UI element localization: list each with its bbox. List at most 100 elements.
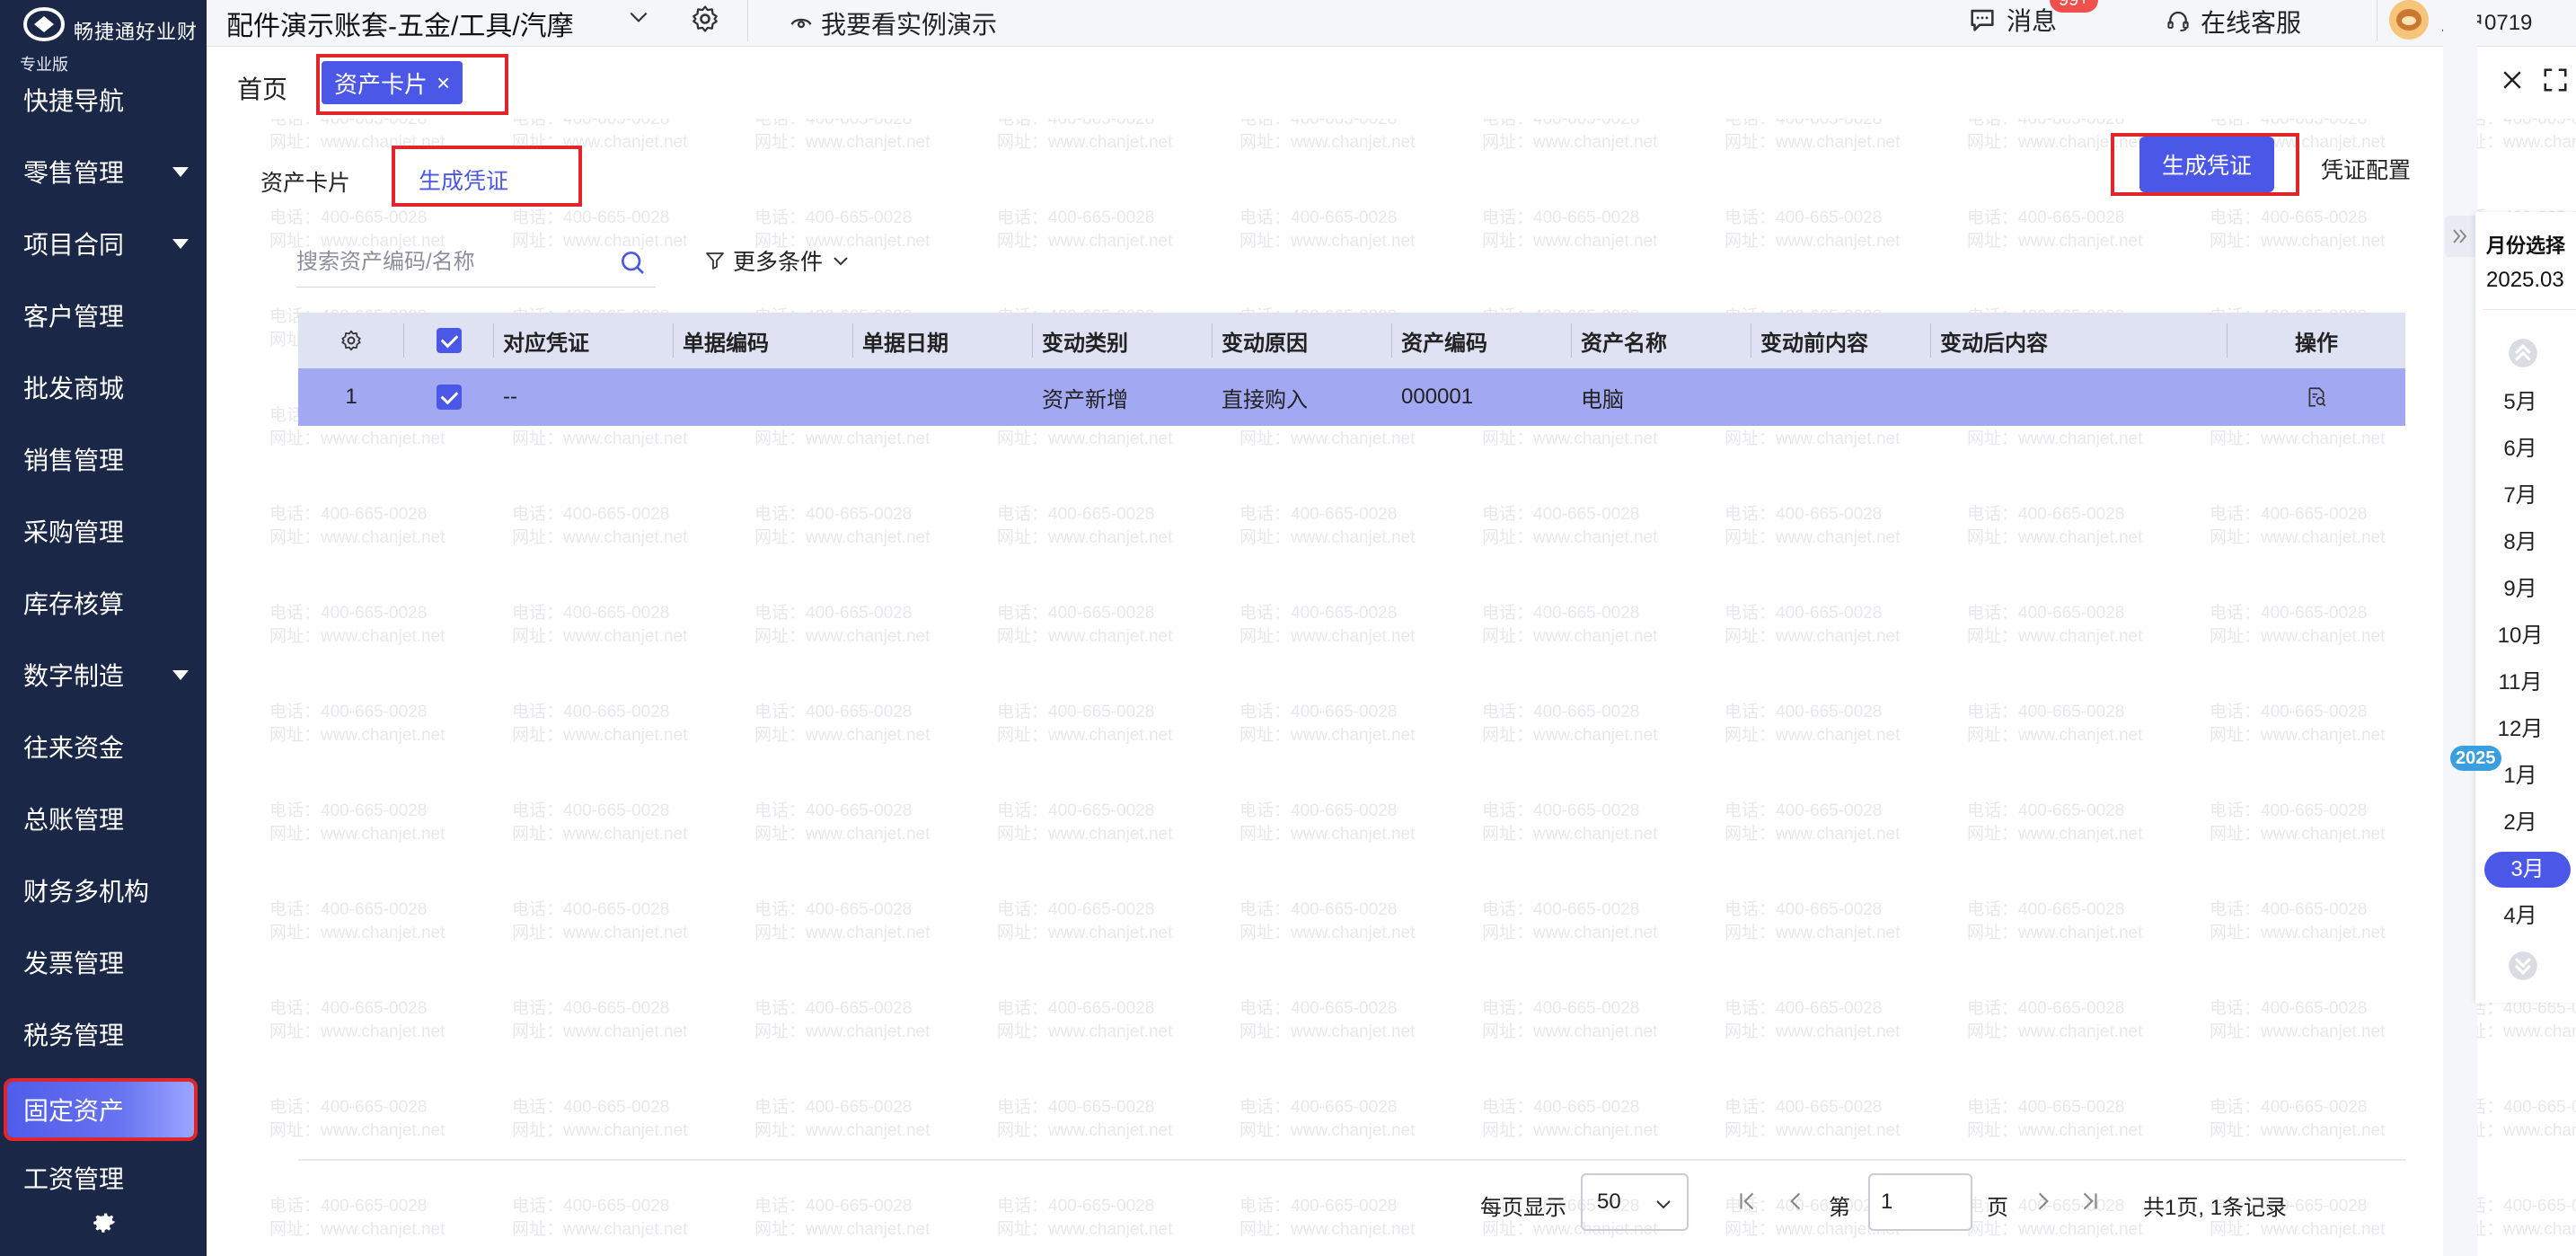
watermark: 电话：400-665-0028 网址：www.chanjet.net — [512, 1096, 687, 1143]
voucher-config-link[interactable]: 凭证配置 — [2321, 153, 2411, 185]
column-header[interactable]: 资产名称 — [1572, 313, 1751, 368]
sidebar-item[interactable]: 总账管理 — [0, 787, 207, 850]
next-page-icon[interactable] — [2032, 1190, 2055, 1213]
month-item[interactable]: 12月 — [2475, 712, 2565, 747]
search-icon[interactable] — [618, 248, 647, 277]
chevron-down-icon[interactable] — [627, 5, 650, 29]
sidebar-item[interactable]: 采购管理 — [0, 500, 207, 562]
account-selector[interactable]: 配件演示账套-五金/工具/汽摩 — [226, 4, 574, 43]
gear-icon[interactable] — [690, 4, 720, 34]
month-item[interactable]: 4月 — [2475, 898, 2565, 934]
watermark-site: 网址：www.chanjet.net — [1239, 528, 1416, 547]
sidebar-item[interactable]: 财务多机构 — [0, 859, 207, 922]
sidebar-item[interactable]: 项目合同 — [0, 212, 207, 275]
column-header[interactable]: 单据日期 — [853, 313, 1033, 368]
sidebar-item-label: 采购管理 — [23, 518, 125, 546]
close-icon[interactable] — [2499, 66, 2526, 93]
watermark-site: 网址：www.chanjet.net — [2210, 627, 2386, 646]
collapse-panel-button[interactable] — [2445, 216, 2475, 257]
sidebar-item[interactable]: 数字制造 — [0, 643, 207, 706]
fullscreen-icon[interactable] — [2542, 66, 2569, 93]
messages-button[interactable]: 消息 — [1967, 2, 2057, 38]
current-period[interactable]: 2025.03 — [2486, 268, 2564, 293]
month-item[interactable]: 2月 — [2475, 805, 2565, 841]
column-header[interactable]: 变动原因 — [1213, 313, 1392, 368]
sidebar-item[interactable]: 发票管理 — [0, 931, 207, 994]
cell-change-type: 资产新增 — [1042, 387, 1128, 412]
watermark-site: 网址：www.chanjet.net — [1725, 528, 1901, 547]
tab-home[interactable]: 首页 — [237, 70, 287, 106]
watermark-site: 网址：www.chanjet.net — [1967, 726, 2143, 745]
month-item[interactable]: 11月 — [2475, 665, 2565, 701]
month-item[interactable]: 7月 — [2475, 478, 2565, 514]
table-row[interactable]: 1 -- 资产新增 直接购入 000001 电脑 — [298, 368, 2405, 426]
column-header[interactable]: 单据编码 — [674, 313, 853, 368]
previous-page-icon[interactable] — [1784, 1190, 1807, 1213]
select-all-checkbox[interactable] — [437, 328, 462, 353]
online-support-button[interactable]: 在线客服 — [2165, 4, 2301, 40]
watermark: 电话：400-665-0028 网址：www.chanjet.net — [269, 701, 445, 747]
sidebar-item[interactable]: 库存核算 — [0, 571, 207, 634]
sidebar-item[interactable]: 零售管理 — [0, 140, 207, 203]
month-item[interactable]: 5月 — [2475, 385, 2565, 420]
watermark-site: 网址：www.chanjet.net — [2210, 1121, 2386, 1140]
sidebar-item[interactable]: 客户管理 — [0, 284, 207, 347]
gear-icon[interactable] — [340, 329, 363, 352]
highlight-frame — [392, 146, 582, 207]
first-page-icon[interactable] — [1735, 1190, 1759, 1213]
watermark-site: 网址：www.chanjet.net — [269, 1220, 446, 1239]
column-header[interactable]: 变动后内容 — [1931, 313, 2228, 368]
watermark-site: 网址：www.chanjet.net — [2210, 1220, 2386, 1239]
watermark-site: 网址：www.chanjet.net — [1239, 232, 1416, 251]
column-header[interactable]: 变动类别 — [1033, 313, 1213, 368]
sidebar-item[interactable]: 固定资产 — [4, 1078, 198, 1141]
watermark-phone: 电话：400-665-0028 — [2210, 505, 2368, 524]
month-item[interactable]: 9月 — [2475, 571, 2565, 607]
watermark-site: 网址：www.chanjet.net — [1725, 232, 1901, 251]
watermark-phone: 电话：400-665-0028 — [1239, 703, 1398, 721]
demo-link[interactable]: 我要看实例演示 — [789, 5, 997, 41]
watermark-phone: 电话：400-665-0028 — [997, 999, 1155, 1018]
month-item[interactable]: 8月 — [2475, 525, 2565, 561]
online-support-label: 在线客服 — [2201, 9, 2302, 37]
app-logo[interactable]: 畅捷通好业财 专业版 — [20, 5, 208, 74]
sidebar-item-label: 客户管理 — [23, 303, 125, 331]
watermark-phone: 电话：400-665-0028 — [2210, 999, 2368, 1018]
topbar-divider — [747, 0, 748, 41]
watermark: 电话：400-665-0028 网址：www.chanjet.net — [269, 997, 445, 1044]
column-header[interactable]: 变动前内容 — [1751, 313, 1931, 368]
sidebar-item-label: 总账管理 — [23, 806, 125, 834]
watermark: 电话：400-665-0028 网址：www.chanjet.net — [2210, 701, 2385, 747]
row-checkbox[interactable] — [437, 385, 462, 410]
column-header[interactable]: 对应凭证 — [494, 313, 674, 368]
month-panel-divider — [2483, 309, 2576, 310]
page-size-select[interactable]: 50 — [1581, 1173, 1689, 1231]
watermark: 电话：400-665-0028 网址：www.chanjet.net — [997, 701, 1172, 747]
watermark-site: 网址：www.chanjet.net — [269, 924, 446, 942]
more-conditions-button[interactable]: 更多条件 — [704, 244, 851, 277]
sidebar-item[interactable]: 批发商城 — [0, 356, 207, 419]
page-number-input[interactable] — [1868, 1173, 1972, 1231]
last-page-icon[interactable] — [2078, 1190, 2102, 1213]
search-input[interactable] — [296, 244, 602, 280]
sidebar-item[interactable]: 往来资金 — [0, 715, 207, 778]
month-item[interactable]: 10月 — [2475, 618, 2565, 654]
subtab-asset-card[interactable]: 资产卡片 — [260, 165, 350, 198]
caret-down-icon — [172, 239, 189, 249]
sidebar-item[interactable]: 快捷导航 — [0, 68, 207, 131]
watermark-site: 网址：www.chanjet.net — [1482, 232, 1658, 251]
view-document-icon[interactable] — [2305, 385, 2328, 409]
watermark-site: 网址：www.chanjet.net — [512, 1121, 688, 1140]
month-item[interactable]: 6月 — [2475, 431, 2565, 467]
sidebar-item[interactable]: 工资管理 — [0, 1146, 207, 1209]
watermark-site: 网址：www.chanjet.net — [997, 726, 1173, 745]
watermark-site: 网址：www.chanjet.net — [1239, 726, 1416, 745]
column-header[interactable]: 资产编码 — [1392, 313, 1572, 368]
watermark-site: 网址：www.chanjet.net — [1725, 825, 1901, 844]
sidebar-item[interactable]: 税务管理 — [0, 1003, 207, 1066]
settings-gear-icon[interactable] — [88, 1207, 119, 1238]
scroll-down-icon[interactable] — [2506, 949, 2540, 983]
month-item-active[interactable]: 3月 — [2484, 852, 2571, 888]
sidebar-item[interactable]: 销售管理 — [0, 428, 207, 491]
scroll-up-icon[interactable] — [2506, 336, 2540, 370]
